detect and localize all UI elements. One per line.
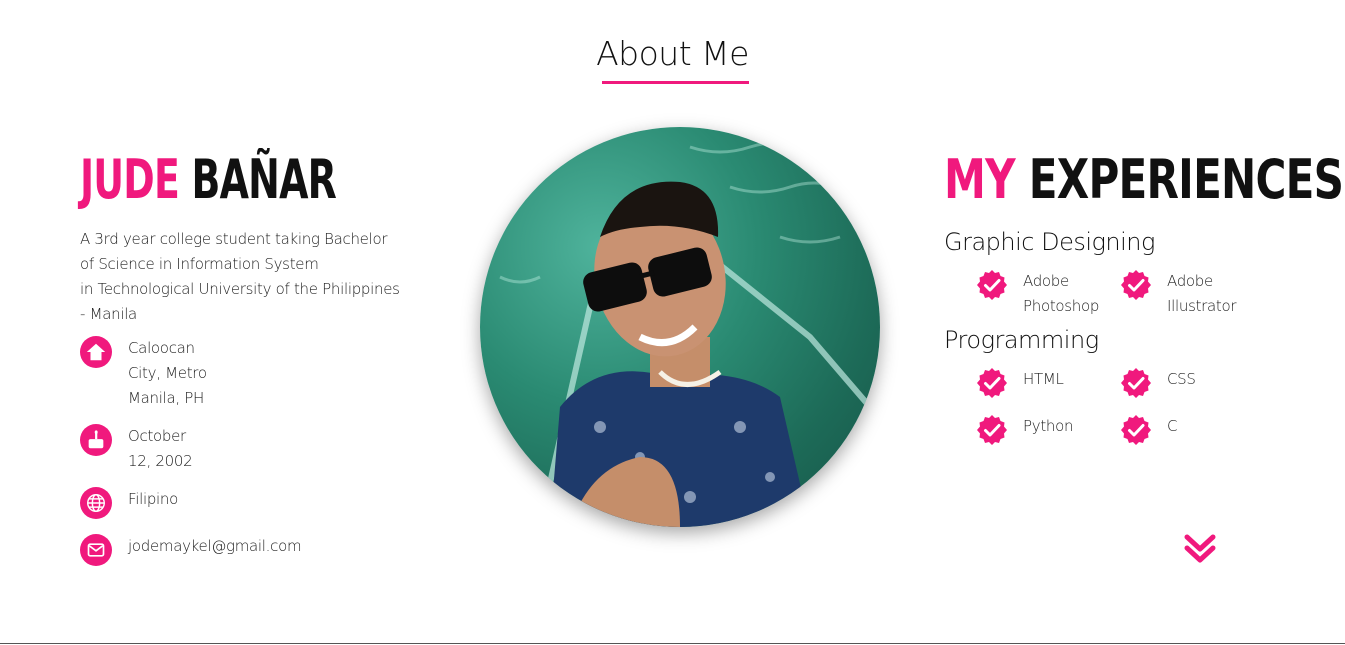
check-badge-icon — [1121, 415, 1151, 445]
category-graphic-designing: Graphic Designing — [944, 228, 1155, 256]
skill-html: HTML — [976, 367, 1064, 399]
category-programming: Programming — [944, 326, 1099, 354]
skill-css: CSS — [1120, 367, 1196, 399]
skill-adobe-photoshop: Adobe Photoshop — [976, 269, 1099, 319]
skill-label-line: Adobe — [1023, 272, 1069, 290]
skill-label: Adobe Illustrator — [1167, 269, 1237, 319]
birthday-line: October — [128, 427, 186, 445]
scroll-down-button[interactable] — [1183, 532, 1217, 566]
nationality-line: Filipino — [128, 490, 179, 508]
profile-photo — [480, 127, 880, 527]
envelope-icon — [80, 534, 112, 566]
info-email: jodemaykel@gmail.com — [80, 534, 302, 566]
section-divider — [0, 643, 1345, 644]
location-line: Caloocan — [128, 339, 195, 357]
section-title: About Me — [596, 34, 749, 73]
skill-label-line: Adobe — [1167, 272, 1213, 290]
experiences-heading-accent: MY — [944, 148, 1016, 211]
globe-icon — [80, 487, 112, 519]
skill-c: C — [1120, 414, 1177, 446]
last-name: BAÑAR — [191, 148, 337, 211]
experiences-heading-rest: EXPERIENCES — [1028, 148, 1344, 211]
skill-label-line: Illustrator — [1167, 297, 1237, 315]
skill-label-line: C — [1167, 417, 1178, 435]
skill-python: Python — [976, 414, 1074, 446]
bio-line: of Science in Information System — [80, 255, 319, 273]
skill-label-line: Photoshop — [1023, 297, 1100, 315]
location-text: Caloocan City, Metro Manila, PH — [128, 336, 207, 411]
info-birthday: October 12, 2002 — [80, 424, 193, 474]
home-icon — [80, 336, 112, 368]
skill-label-line: CSS — [1167, 370, 1196, 388]
profile-name-heading: JUDE BAÑAR — [80, 148, 337, 212]
profile-photo-illustration — [499, 141, 873, 527]
skill-label: Adobe Photoshop — [1023, 269, 1099, 319]
bio-line: in Technological University of the Phili… — [80, 280, 400, 298]
first-name: JUDE — [80, 148, 180, 211]
info-location: Caloocan City, Metro Manila, PH — [80, 336, 207, 411]
experiences-heading: MY EXPERIENCES — [944, 148, 1344, 212]
info-nationality: Filipino — [80, 487, 178, 519]
email-link[interactable]: jodemaykel@gmail.com — [128, 534, 302, 559]
double-chevron-down-icon — [1184, 534, 1216, 563]
skill-label: CSS — [1167, 367, 1196, 392]
location-line: Manila, PH — [128, 389, 205, 407]
birthday-text: October 12, 2002 — [128, 424, 193, 474]
skill-adobe-illustrator: Adobe Illustrator — [1120, 269, 1237, 319]
skill-label-line: Python — [1023, 417, 1074, 435]
nationality-text: Filipino — [128, 487, 178, 512]
skill-label: Python — [1023, 414, 1074, 439]
check-badge-icon — [977, 415, 1007, 445]
bio-line: - Manila — [80, 305, 137, 323]
check-badge-icon — [1121, 270, 1151, 300]
email-text: jodemaykel@gmail.com — [128, 534, 302, 559]
location-line: City, Metro — [128, 364, 207, 382]
title-underline — [602, 81, 749, 84]
birthday-line: 12, 2002 — [128, 452, 193, 470]
bio-text: A 3rd year college student taking Bachel… — [80, 227, 430, 327]
birthday-cake-icon — [80, 424, 112, 456]
check-badge-icon — [977, 270, 1007, 300]
check-badge-icon — [1121, 368, 1151, 398]
about-me-section: About Me JUDE BAÑAR A 3rd year college s… — [0, 0, 1345, 645]
check-badge-icon — [977, 368, 1007, 398]
skill-label: HTML — [1023, 367, 1064, 392]
skill-label-line: HTML — [1023, 370, 1064, 388]
skill-label: C — [1167, 414, 1177, 439]
bio-line: A 3rd year college student taking Bachel… — [80, 230, 388, 248]
